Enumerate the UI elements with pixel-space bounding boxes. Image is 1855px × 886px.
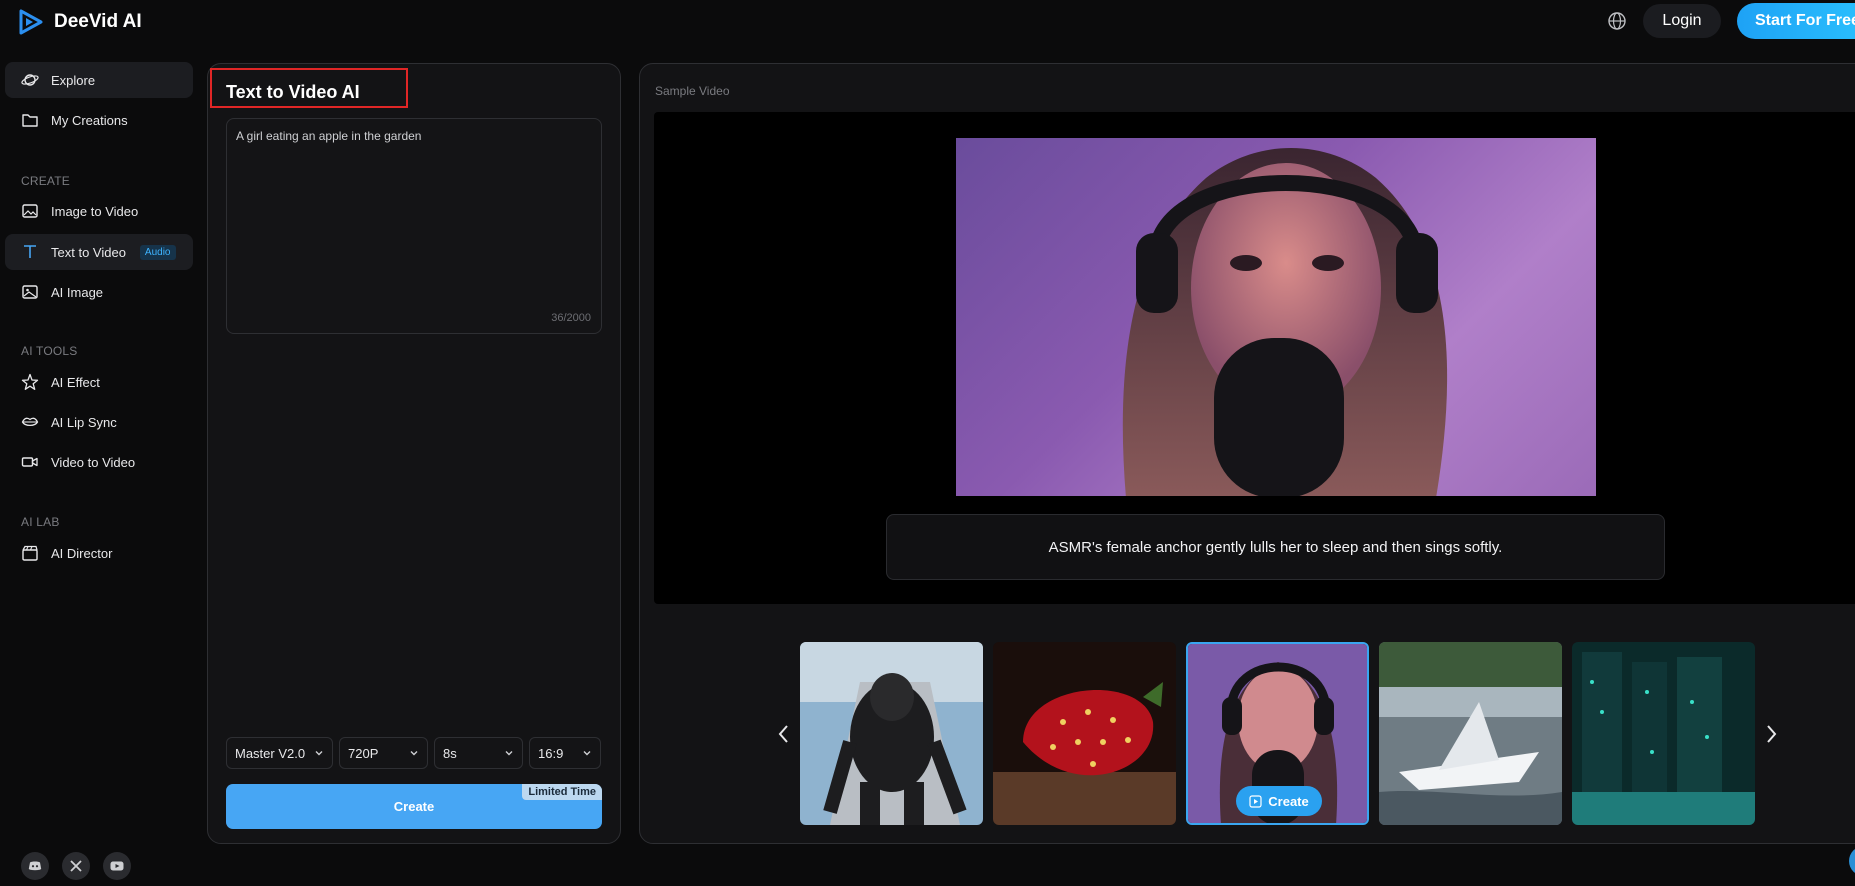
- globe-icon[interactable]: [1607, 11, 1627, 31]
- youtube-icon: [110, 861, 124, 871]
- sidebar-item-label: AI Effect: [51, 374, 100, 390]
- planet-icon: [21, 74, 39, 86]
- audio-badge: Audio: [139, 244, 176, 260]
- model-value: Master V2.0: [235, 745, 306, 761]
- youtube-link[interactable]: [103, 852, 131, 880]
- sidebar-item-my-creations[interactable]: My Creations: [5, 102, 193, 138]
- text-to-video-panel: Text to Video AI A girl eating an apple …: [207, 63, 621, 844]
- video-player[interactable]: ASMR's female anchor gently lulls her to…: [654, 112, 1855, 604]
- resolution-select[interactable]: 720P: [339, 737, 428, 769]
- thumbnail-gorilla[interactable]: [800, 642, 983, 825]
- thumbnail-paper-boat[interactable]: [1379, 642, 1562, 825]
- brand-logo[interactable]: DeeVid AI: [18, 9, 142, 35]
- sidebar: Explore My Creations CREATE Image to Vid…: [0, 52, 200, 886]
- sidebar-item-label: AI Image: [51, 284, 104, 300]
- logo-icon: [19, 9, 43, 35]
- lips-icon: [21, 417, 39, 427]
- duration-select[interactable]: 8s: [434, 737, 523, 769]
- sample-video-label: Sample Video: [655, 84, 730, 98]
- section-label-create: CREATE: [21, 174, 70, 188]
- sidebar-item-label: My Creations: [51, 112, 128, 128]
- duration-value: 8s: [443, 745, 457, 761]
- sidebar-item-ai-lip-sync[interactable]: AI Lip Sync: [5, 404, 193, 440]
- paper-boat-thumbnail-image: [1379, 642, 1562, 825]
- start-for-free-button[interactable]: Start For Free: [1737, 3, 1855, 39]
- gorilla-thumbnail-image: [800, 642, 983, 825]
- clapperboard-icon: [22, 545, 38, 561]
- folder-icon: [22, 114, 38, 127]
- top-bar: DeeVid AI Login Start For Free: [0, 0, 1855, 42]
- generation-settings: Master V2.0 720P 8s 16:9: [226, 737, 601, 769]
- sidebar-item-label: Text to Video: [51, 244, 126, 260]
- sidebar-item-video-to-video[interactable]: Video to Video: [5, 444, 193, 480]
- discord-icon: [28, 861, 42, 871]
- chevron-left-icon[interactable]: [777, 723, 791, 745]
- resolution-value: 720P: [348, 745, 379, 761]
- strawberry-thumbnail-image: [993, 642, 1176, 825]
- text-icon: [24, 245, 36, 258]
- model-select[interactable]: Master V2.0: [226, 737, 333, 769]
- chevron-down-icon: [315, 751, 323, 756]
- video-frame[interactable]: [956, 138, 1596, 496]
- sidebar-item-text-to-video[interactable]: Text to Video Audio: [5, 234, 193, 270]
- server-room-thumbnail-image: [1572, 642, 1755, 825]
- thumbnail-create-label: Create: [1268, 793, 1309, 809]
- thumbnail-strawberry[interactable]: [993, 642, 1176, 825]
- create-button[interactable]: Create Limited Time: [226, 784, 602, 829]
- sparkle-star-icon: [21, 373, 39, 390]
- sidebar-item-label: Video to Video: [51, 454, 136, 470]
- sidebar-item-label: AI Lip Sync: [51, 414, 117, 430]
- image-icon: [22, 204, 38, 218]
- x-link[interactable]: [62, 852, 90, 880]
- brand-name: DeeVid AI: [54, 11, 142, 32]
- thumbnail-asmr-girl[interactable]: Create: [1186, 642, 1369, 825]
- thumbnail-create-button[interactable]: Create: [1236, 786, 1322, 816]
- chevron-down-icon: [583, 751, 591, 756]
- x-icon: [70, 860, 82, 872]
- section-label-ai-tools: AI TOOLS: [21, 344, 78, 358]
- chevron-down-icon: [410, 751, 418, 756]
- floating-help-button[interactable]: [1849, 846, 1855, 876]
- discord-link[interactable]: [21, 852, 49, 880]
- sidebar-item-explore[interactable]: Explore: [5, 62, 193, 98]
- sidebar-item-ai-image[interactable]: AI Image: [5, 274, 193, 310]
- section-label-ai-lab: AI LAB: [21, 515, 60, 529]
- login-button[interactable]: Login: [1643, 4, 1721, 38]
- aspect-ratio-select[interactable]: 16:9: [529, 737, 601, 769]
- ai-image-icon: [22, 285, 38, 299]
- aspect-ratio-value: 16:9: [538, 745, 564, 761]
- sidebar-item-label: AI Director: [51, 545, 113, 561]
- prompt-text[interactable]: A girl eating an apple in the garden: [236, 129, 592, 143]
- chevron-right-icon[interactable]: [1764, 723, 1778, 745]
- page-title: Text to Video AI: [226, 82, 360, 102]
- video-still-image: [1122, 148, 1448, 496]
- sidebar-item-ai-director[interactable]: AI Director: [5, 535, 193, 571]
- sidebar-item-label: Image to Video: [51, 203, 139, 219]
- play-square-icon: [1249, 794, 1262, 808]
- sidebar-item-label: Explore: [51, 72, 96, 88]
- char-counter: 36/2000: [551, 312, 591, 324]
- chevron-down-icon: [505, 751, 513, 756]
- thumbnail-server-room[interactable]: [1572, 642, 1755, 825]
- social-links: [21, 852, 131, 880]
- sidebar-item-ai-effect[interactable]: AI Effect: [5, 364, 193, 400]
- video-camera-icon: [21, 457, 38, 467]
- sample-video-panel: Sample Video ASMR's female anchor gently…: [639, 63, 1855, 844]
- create-button-label: Create: [393, 799, 435, 814]
- limited-time-badge: Limited Time: [522, 784, 602, 800]
- prompt-input[interactable]: A girl eating an apple in the garden 36/…: [226, 118, 602, 334]
- video-caption: ASMR's female anchor gently lulls her to…: [886, 514, 1665, 580]
- sidebar-item-image-to-video[interactable]: Image to Video: [5, 193, 193, 229]
